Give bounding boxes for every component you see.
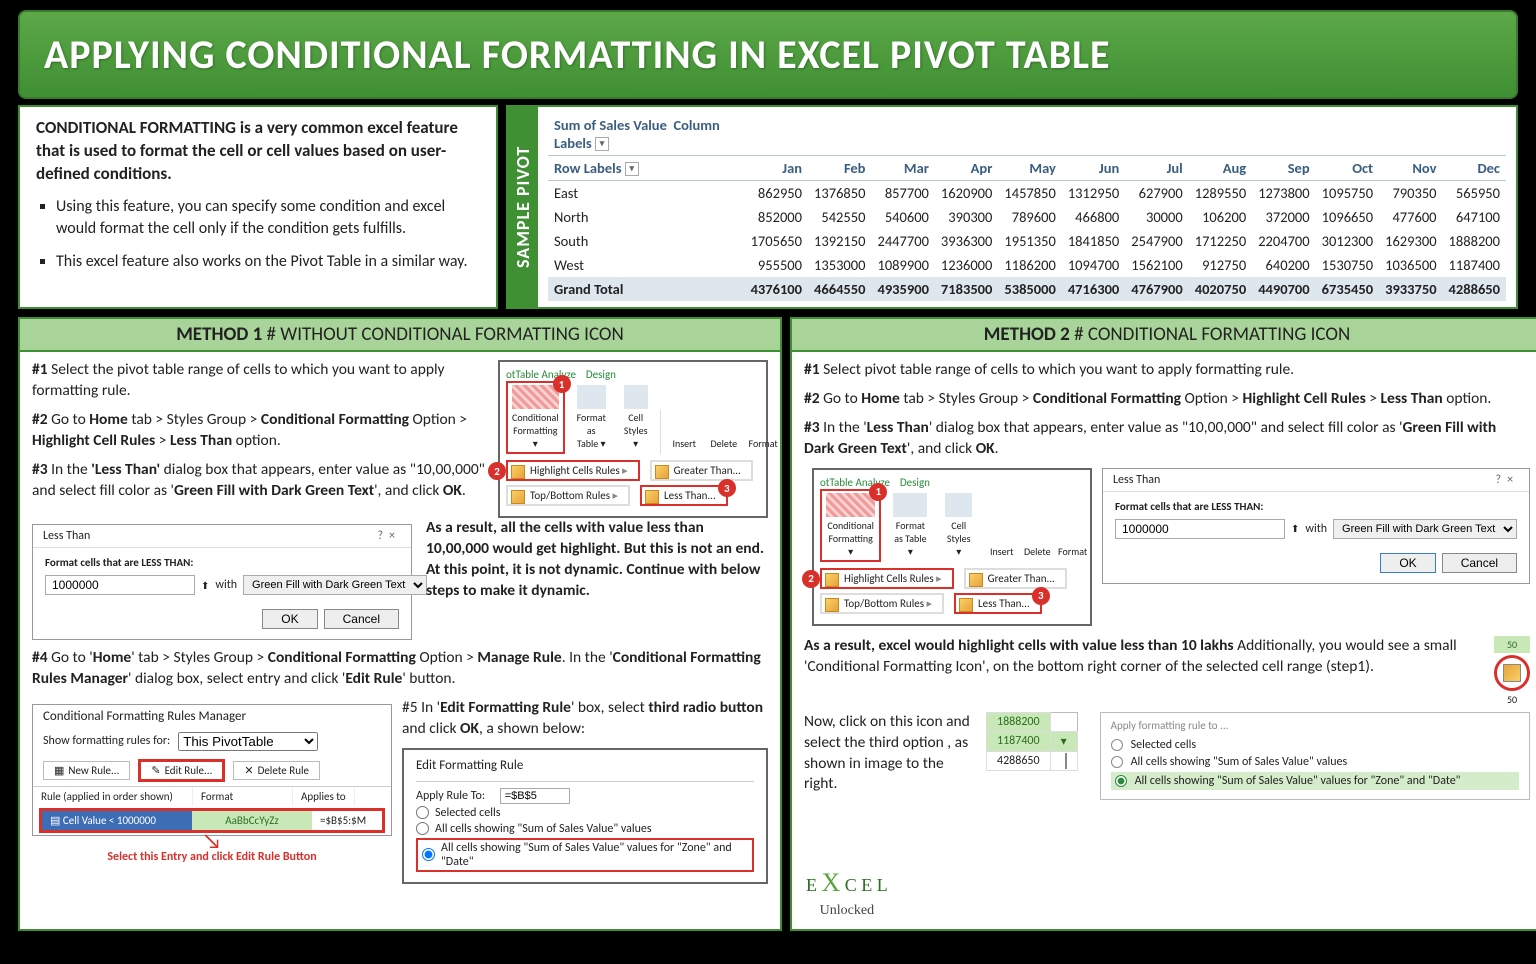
method-1-panel: METHOD 1 # WITHOUT CONDITIONAL FORMATTIN… <box>18 317 782 931</box>
pivot-row-label: Row Labels <box>554 159 621 177</box>
ribbon-screenshot-m1: otTable Analyze Design 1Conditional Form… <box>498 360 768 518</box>
conditional-formatting-button[interactable]: 1Conditional Formatting ▾ <box>506 381 565 454</box>
edit-formatting-rule-dialog: Edit Formatting Rule Apply Rule To: Sele… <box>402 748 768 884</box>
fill-color-select[interactable]: Green Fill with Dark Green Text <box>243 575 427 595</box>
intro-bullet-1: Using this feature, you can specify some… <box>56 196 480 241</box>
apply-formatting-rule-popup: Apply formatting rule to ... Selected ce… <box>1100 712 1530 800</box>
edit-rule-button[interactable]: ✎ Edit Rule... <box>138 759 225 782</box>
ribbon-screenshot-m2: otTable Analyze Design 1Conditional Form… <box>812 468 1092 626</box>
radio-selected-cells[interactable] <box>416 806 429 819</box>
rules-scope-select[interactable]: This PivotTable <box>178 732 318 751</box>
delete-rule-button[interactable]: ✕ Delete Rule <box>233 761 320 780</box>
page-title: APPLYING CONDITIONAL FORMATTING IN EXCEL… <box>44 30 1492 79</box>
cancel-button[interactable]: Cancel <box>1442 553 1517 573</box>
rules-manager-dialog: Conditional Formatting Rules Manager Sho… <box>32 704 392 836</box>
method2-result-bold: As a result, excel would highlight cells… <box>804 636 1234 655</box>
intro-lead: CONDITIONAL FORMATTING is a very common … <box>36 117 480 186</box>
ok-button[interactable]: OK <box>262 609 317 629</box>
sample-pivot-label: SAMPLE PIVOT <box>508 107 538 307</box>
intro-panel: CONDITIONAL FORMATTING is a very common … <box>18 105 498 309</box>
cancel-button[interactable]: Cancel <box>324 609 399 629</box>
less-than-label: Format cells that are LESS THAN: <box>45 556 399 569</box>
page-title-banner: APPLYING CONDITIONAL FORMATTING IN EXCEL… <box>18 10 1518 99</box>
less-than-value-input[interactable] <box>45 575 195 595</box>
pivot-table: Sum of Sales Value Column Labels ▾ Row L… <box>548 113 1506 301</box>
conditional-formatting-icon[interactable] <box>1065 753 1067 769</box>
sample-pivot-panel: SAMPLE PIVOT Sum of Sales Value Column L… <box>506 105 1518 309</box>
dialog-title: Less Than <box>43 529 90 543</box>
dropdown-icon[interactable]: ▾ <box>595 137 609 151</box>
red-callout: Select this Entry and click Edit Rule Bu… <box>32 850 392 864</box>
method2-step4: Now, click on this icon and select the t… <box>804 712 974 796</box>
cf-icon-circled <box>1494 655 1530 691</box>
conditional-formatting-button[interactable]: 1Conditional Formatting ▾ <box>820 489 881 562</box>
method-2-header: METHOD 2 # CONDITIONAL FORMATTING ICON <box>792 319 1536 352</box>
apply-rule-to-input[interactable] <box>500 788 570 804</box>
excel-unlocked-logo: E X C E L Unlocked <box>806 868 888 919</box>
dropdown-icon[interactable]: ▾ <box>625 162 639 176</box>
radio-selected-cells[interactable] <box>1111 739 1123 751</box>
less-than-dialog-m2: Less Than?× Format cells that are LESS T… <box>1102 468 1530 584</box>
radio-all-sum-zone-date[interactable] <box>1115 775 1127 787</box>
pivot-corner: Sum of Sales Value <box>554 116 667 134</box>
radio-all-sum[interactable] <box>416 822 429 835</box>
radio-all-sum-zone-date[interactable] <box>422 848 435 861</box>
less-than-value-input[interactable] <box>1115 519 1285 539</box>
intro-bullet-2: This excel feature also works on the Piv… <box>56 251 480 273</box>
method-1-header: METHOD 1 # WITHOUT CONDITIONAL FORMATTIN… <box>20 319 780 352</box>
less-than-dialog-m1: Less Than?× Format cells that are LESS T… <box>32 524 412 640</box>
method-2-panel: METHOD 2 # CONDITIONAL FORMATTING ICON #… <box>790 317 1536 931</box>
sample-cells: 1888200 1187400▾ 4288650 <box>986 712 1078 771</box>
ok-button[interactable]: OK <box>1380 553 1435 573</box>
rules-manager-title: Conditional Formatting Rules Manager <box>33 705 391 728</box>
method1-result-text: As a result, all the cells with value le… <box>426 518 768 602</box>
fill-color-select[interactable]: Green Fill with Dark Green Text <box>1333 519 1517 539</box>
new-rule-button[interactable]: ▦ New Rule... <box>43 761 130 780</box>
radio-all-sum[interactable] <box>1111 756 1123 768</box>
less-than-item[interactable]: 3Less Than... <box>640 485 728 506</box>
highlight-cells-rules-item[interactable]: 2Highlight Cells Rules ▸ <box>506 460 640 481</box>
conditional-formatting-icon[interactable] <box>1503 664 1521 682</box>
